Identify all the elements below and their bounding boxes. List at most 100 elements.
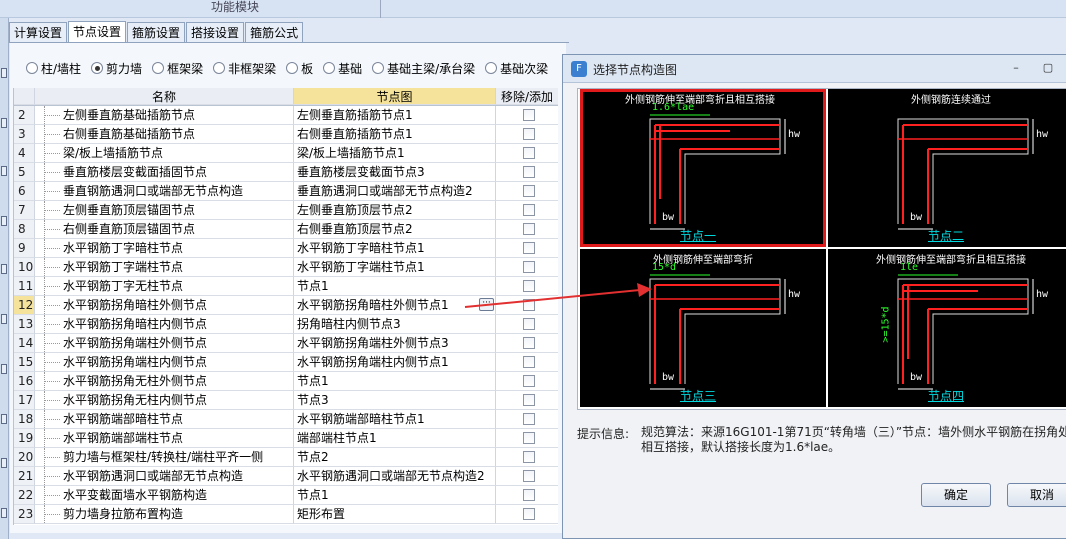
row-node[interactable]: 水平钢筋拐角端柱外侧节点3	[294, 334, 496, 353]
row-node[interactable]: 节点1	[294, 486, 496, 505]
dock-handle-0[interactable]	[1, 68, 7, 78]
cancel-button[interactable]: 取消	[1007, 483, 1066, 507]
dock-handle-8[interactable]	[1, 458, 7, 468]
radio-category-0[interactable]: 柱/墙柱	[26, 60, 81, 77]
node-label[interactable]: 节点二	[928, 227, 964, 244]
table-row[interactable]: 13 水平钢筋拐角暗柱内侧节点 拐角暗柱内侧节点3	[14, 315, 558, 334]
row-checkbox[interactable]	[523, 337, 535, 349]
radio-category-3[interactable]: 非框架梁	[213, 60, 276, 77]
dock-handle-3[interactable]	[1, 216, 7, 226]
table-row[interactable]: 22 水平变截面墙水平钢筋构造 节点1	[14, 486, 558, 505]
node-option-1[interactable]: 外侧钢筋伸至端部弯折且相互搭接 1.6*lae bw hw 节点一	[580, 89, 826, 247]
radio-category-2[interactable]: 框架梁	[152, 60, 203, 77]
table-row[interactable]: 23 剪力墙身拉筋布置构造 矩形布置	[14, 505, 558, 524]
dialog-titlebar[interactable]: F 选择节点构造图 – ▢	[563, 55, 1066, 83]
radio-category-4[interactable]: 板	[286, 60, 313, 77]
row-checkbox[interactable]	[523, 299, 535, 311]
tab-1[interactable]: 节点设置	[68, 21, 127, 43]
table-row[interactable]: 3 右侧垂直筋基础插筋节点 右侧垂直筋插筋节点1	[14, 125, 558, 144]
table-row[interactable]: 6 垂直钢筋遇洞口或端部无节点构造 垂直筋遇洞口或端部无节点构造2	[14, 182, 558, 201]
table-row[interactable]: 9 水平钢筋丁字暗柱节点 水平钢筋丁字暗柱节点1	[14, 239, 558, 258]
row-node[interactable]: 水平钢筋拐角暗柱外侧节点1 ···	[294, 296, 496, 315]
dock-handle-4[interactable]	[1, 264, 7, 274]
ellipsis-icon[interactable]: ···	[479, 298, 494, 311]
row-checkbox[interactable]	[523, 470, 535, 482]
radio-icon[interactable]	[152, 62, 165, 74]
tab-4[interactable]: 箍筋公式	[245, 22, 304, 43]
row-checkbox[interactable]	[523, 356, 535, 368]
table-row[interactable]: 11 水平钢筋丁字无柱节点 节点1	[14, 277, 558, 296]
row-checkbox[interactable]	[523, 394, 535, 406]
row-node[interactable]: 端部端柱节点1	[294, 429, 496, 448]
radio-category-7[interactable]: 基础次梁	[485, 60, 548, 77]
table-row[interactable]: 18 水平钢筋端部暗柱节点 水平钢筋端部暗柱节点1	[14, 410, 558, 429]
row-checkbox[interactable]	[523, 413, 535, 425]
table-row[interactable]: 17 水平钢筋拐角无柱内侧节点 节点3	[14, 391, 558, 410]
radio-category-5[interactable]: 基础	[323, 60, 362, 77]
radio-icon[interactable]	[26, 62, 38, 74]
tab-0[interactable]: 计算设置	[9, 22, 68, 43]
row-node[interactable]: 矩形布置	[294, 505, 496, 524]
radio-icon[interactable]	[286, 62, 299, 74]
radio-icon[interactable]	[485, 62, 498, 74]
row-checkbox[interactable]	[523, 261, 535, 273]
row-checkbox[interactable]	[523, 128, 535, 140]
radio-icon[interactable]	[91, 62, 104, 74]
row-checkbox[interactable]	[523, 185, 535, 197]
row-node[interactable]: 节点1	[294, 372, 496, 391]
table-row[interactable]: 4 梁/板上墙插筋节点 梁/板上墙插筋节点1	[14, 144, 558, 163]
row-node[interactable]: 节点2	[294, 448, 496, 467]
row-node[interactable]: 节点3	[294, 391, 496, 410]
row-node[interactable]: 水平钢筋丁字暗柱节点1	[294, 239, 496, 258]
row-checkbox[interactable]	[523, 375, 535, 387]
table-row[interactable]: 16 水平钢筋拐角无柱外侧节点 节点1	[14, 372, 558, 391]
row-checkbox[interactable]	[523, 166, 535, 178]
dock-handle-7[interactable]	[1, 414, 7, 424]
dock-handle-9[interactable]	[1, 508, 7, 518]
row-node[interactable]: 水平钢筋遇洞口或端部无节点构造2	[294, 467, 496, 486]
table-row[interactable]: 20 剪力墙与框架柱/转换柱/端柱平齐一侧 节点2	[14, 448, 558, 467]
row-node[interactable]: 梁/板上墙插筋节点1	[294, 144, 496, 163]
row-node[interactable]: 右侧垂直筋顶层节点2	[294, 220, 496, 239]
row-node[interactable]: 水平钢筋拐角端柱内侧节点1	[294, 353, 496, 372]
table-row[interactable]: 2 左侧垂直筋基础插筋节点 左侧垂直筋插筋节点1	[14, 106, 558, 125]
left-dock-strip[interactable]	[0, 18, 9, 539]
row-node[interactable]: 左侧垂直筋顶层节点2	[294, 201, 496, 220]
table-row[interactable]: 7 左侧垂直筋顶层锚固节点 左侧垂直筋顶层节点2	[14, 201, 558, 220]
dock-handle-1[interactable]	[1, 118, 7, 128]
row-node[interactable]: 节点1	[294, 277, 496, 296]
row-checkbox[interactable]	[523, 508, 535, 520]
table-row[interactable]: 21 水平钢筋遇洞口或端部无节点构造 水平钢筋遇洞口或端部无节点构造2	[14, 467, 558, 486]
maximize-icon[interactable]: ▢	[1041, 61, 1055, 75]
row-node[interactable]: 水平钢筋丁字端柱节点1	[294, 258, 496, 277]
row-checkbox[interactable]	[523, 318, 535, 330]
row-checkbox[interactable]	[523, 204, 535, 216]
node-option-4[interactable]: 外侧钢筋伸至端部弯折且相互搭接 1le >=15*d bw hw 节点四	[828, 249, 1066, 407]
radio-icon[interactable]	[372, 62, 385, 74]
radio-icon[interactable]	[213, 62, 226, 74]
table-row[interactable]: 14 水平钢筋拐角端柱外侧节点 水平钢筋拐角端柱外侧节点3	[14, 334, 558, 353]
table-row[interactable]: 12 水平钢筋拐角暗柱外侧节点 水平钢筋拐角暗柱外侧节点1 ···	[14, 296, 558, 315]
tab-3[interactable]: 搭接设置	[186, 22, 245, 43]
radio-category-1[interactable]: 剪力墙	[91, 60, 142, 77]
row-checkbox[interactable]	[523, 451, 535, 463]
node-label[interactable]: 节点一	[680, 227, 716, 244]
node-label[interactable]: 节点四	[928, 387, 964, 404]
row-checkbox[interactable]	[523, 280, 535, 292]
row-node[interactable]: 左侧垂直筋插筋节点1	[294, 106, 496, 125]
table-row[interactable]: 19 水平钢筋端部端柱节点 端部端柱节点1	[14, 429, 558, 448]
table-row[interactable]: 5 垂直筋楼层变截面插固节点 垂直筋楼层变截面节点3	[14, 163, 558, 182]
row-checkbox[interactable]	[523, 432, 535, 444]
dock-handle-2[interactable]	[1, 166, 7, 176]
row-checkbox[interactable]	[523, 109, 535, 121]
radio-icon[interactable]	[323, 62, 336, 74]
row-checkbox[interactable]	[523, 489, 535, 501]
row-checkbox[interactable]	[523, 147, 535, 159]
row-node[interactable]: 垂直筋楼层变截面节点3	[294, 163, 496, 182]
radio-category-6[interactable]: 基础主梁/承台梁	[372, 60, 475, 77]
table-row[interactable]: 10 水平钢筋丁字端柱节点 水平钢筋丁字端柱节点1	[14, 258, 558, 277]
row-node[interactable]: 水平钢筋端部暗柱节点1	[294, 410, 496, 429]
node-option-3[interactable]: 外侧钢筋伸至端部弯折 15*d bw hw 节点三	[580, 249, 826, 407]
row-checkbox[interactable]	[523, 223, 535, 235]
minimize-icon[interactable]: –	[1009, 61, 1023, 75]
